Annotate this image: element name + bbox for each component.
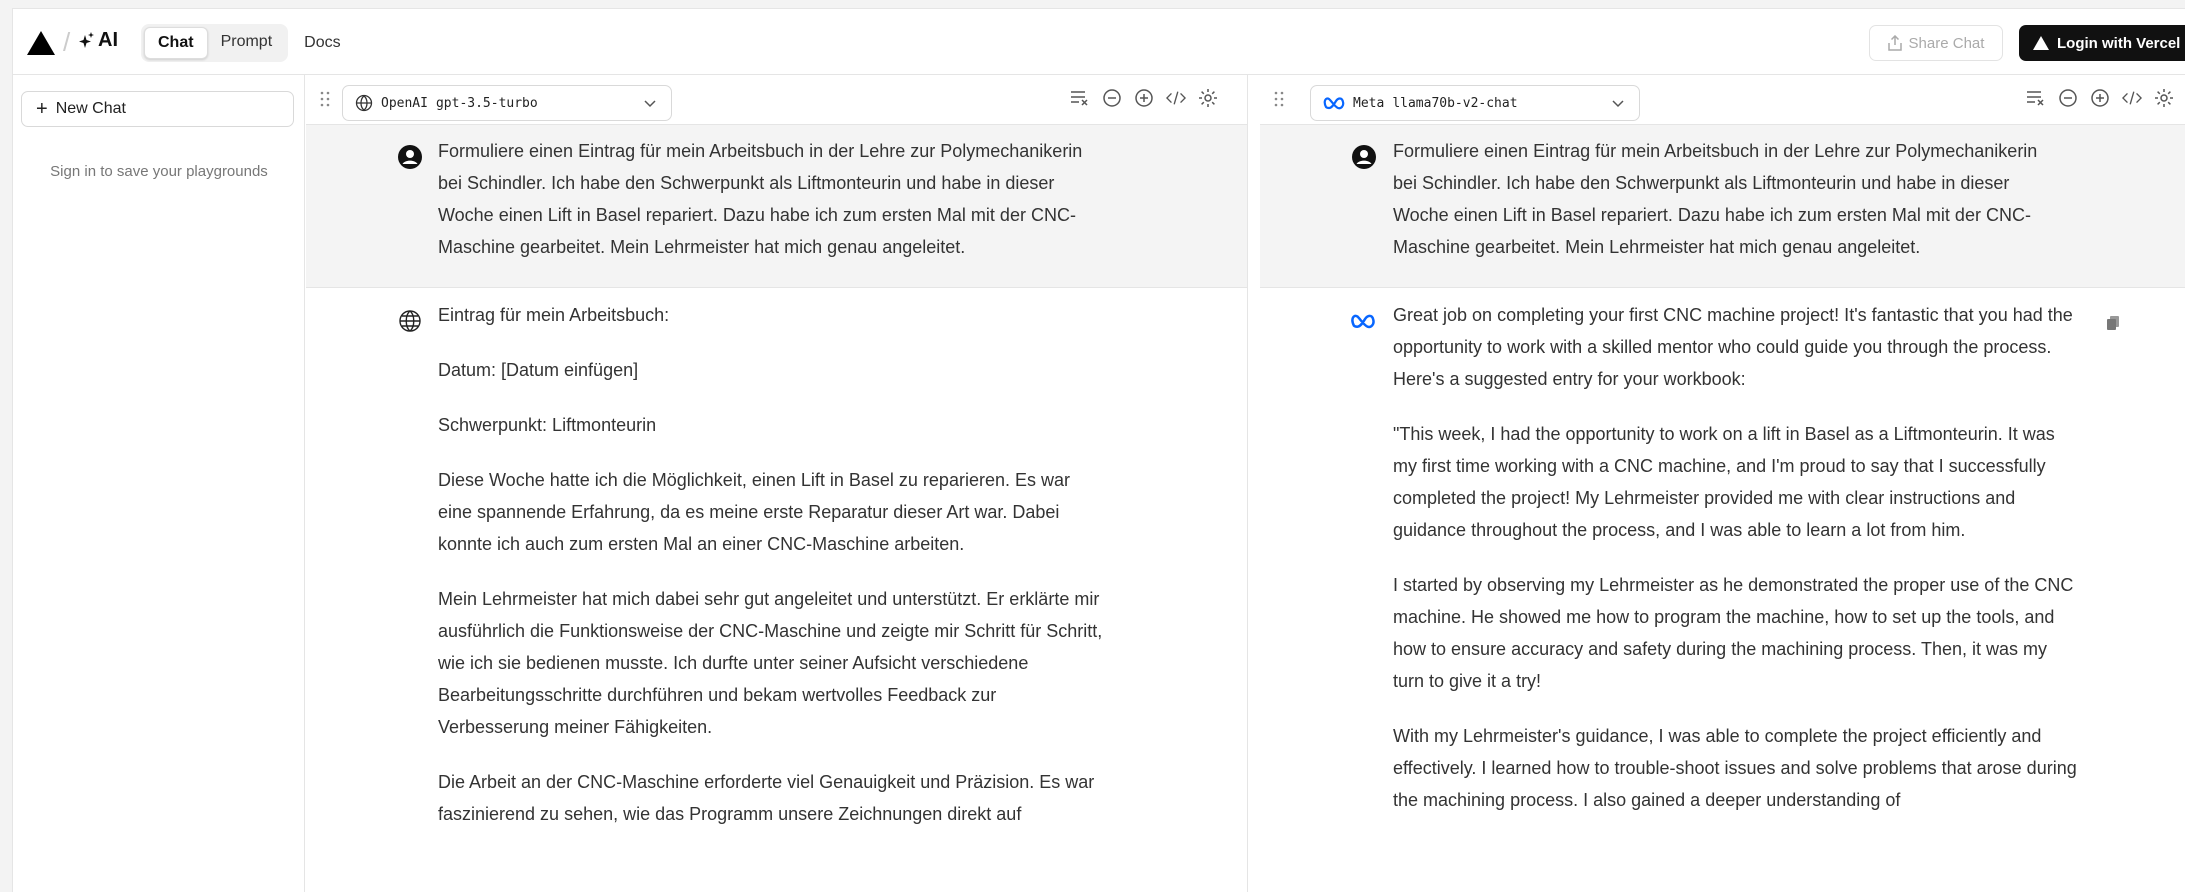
tab-chat[interactable]: Chat [144, 27, 208, 59]
model-provider: Meta [1353, 95, 1385, 111]
chat-panel-openai: OpenAI gpt-3.5-turbo Formuliere einen Ei… [306, 75, 1248, 892]
assistant-paragraph: I started by observing my Lehrmeister as… [1393, 575, 2074, 691]
login-vercel-button[interactable]: Login with Vercel [2019, 25, 2185, 61]
settings-gear-icon[interactable] [2154, 88, 2174, 108]
user-avatar-icon [1352, 145, 1376, 169]
vercel-logo-icon[interactable] [27, 31, 55, 55]
user-message-text: Formuliere einen Eintrag für mein Arbeit… [438, 141, 1083, 257]
zoom-in-icon[interactable] [1134, 88, 1154, 108]
tab-prompt[interactable]: Prompt [208, 27, 286, 59]
meta-avatar-icon [1351, 314, 1375, 329]
assistant-paragraph: Eintrag für mein Arbeitsbuch: [438, 305, 670, 325]
new-chat-button[interactable]: + New Chat [21, 91, 294, 127]
main-nav: Chat Prompt Docs [141, 24, 341, 62]
share-icon [1887, 35, 1902, 51]
share-chat-button[interactable]: Share Chat [1869, 25, 2003, 61]
share-chat-label: Share Chat [1908, 34, 1985, 52]
plus-icon: + [36, 97, 48, 120]
panel-tools [1070, 88, 1218, 108]
assistant-paragraph: Great job on completing your first CNC m… [1393, 305, 2073, 389]
brand-label: AI [98, 29, 118, 51]
assistant-paragraph: Mein Lehrmeister hat mich dabei sehr gut… [438, 589, 1103, 737]
vercel-triangle-icon [2033, 36, 2049, 50]
user-message-text: Formuliere einen Eintrag für mein Arbeit… [1393, 141, 2038, 257]
assistant-message-text: Eintrag für mein Arbeitsbuch: Datum: [Da… [438, 299, 1108, 853]
clear-chat-icon[interactable] [1070, 88, 1090, 108]
model-name: gpt-3.5-turbo [435, 95, 538, 111]
sign-in-hint: Sign in to save your playgrounds [50, 163, 268, 180]
zoom-in-icon[interactable] [2090, 88, 2110, 108]
assistant-message-text: Great job on completing your first CNC m… [1393, 299, 2083, 839]
panel-toolbar: Meta llama70b-v2-chat [1260, 75, 2185, 125]
assistant-paragraph: With my Lehrmeister's guidance, I was ab… [1393, 726, 2077, 810]
copy-icon[interactable] [2106, 315, 2120, 331]
assistant-paragraph: "This week, I had the opportunity to wor… [1393, 424, 2055, 540]
user-avatar-icon [398, 145, 422, 169]
drag-handle-icon[interactable] [1274, 91, 1284, 107]
user-message: Formuliere einen Eintrag für mein Arbeit… [306, 125, 1247, 288]
panel-tools [2026, 88, 2174, 108]
openai-logo-icon [355, 94, 373, 112]
zoom-out-icon[interactable] [2058, 88, 2078, 108]
assistant-paragraph: Die Arbeit an der CNC-Maschine erfordert… [438, 772, 1095, 824]
model-select[interactable]: Meta llama70b-v2-chat [1310, 85, 1640, 121]
assistant-paragraph: Schwerpunkt: Liftmonteurin [438, 415, 657, 435]
model-name: llama70b-v2-chat [1392, 95, 1518, 111]
mode-switcher: Chat Prompt [141, 24, 289, 62]
panel-toolbar: OpenAI gpt-3.5-turbo [306, 75, 1247, 125]
code-icon[interactable] [2122, 88, 2142, 108]
docs-link[interactable]: Docs [304, 34, 340, 52]
sidebar: + New Chat Sign in to save your playgrou… [13, 75, 305, 892]
login-label: Login with Vercel [2057, 34, 2181, 52]
model-provider: OpenAI [381, 95, 428, 111]
clear-chat-icon[interactable] [2026, 88, 2046, 108]
chevron-down-icon [1612, 100, 1624, 108]
sparkle-icon [79, 31, 94, 48]
code-icon[interactable] [1166, 88, 1186, 108]
settings-gear-icon[interactable] [1198, 88, 1218, 108]
drag-handle-icon[interactable] [320, 91, 330, 107]
chevron-down-icon [644, 100, 656, 108]
user-message: Formuliere einen Eintrag für mein Arbeit… [1260, 125, 2185, 288]
zoom-out-icon[interactable] [1102, 88, 1122, 108]
assistant-paragraph: Diese Woche hatte ich die Möglichkeit, e… [438, 470, 1070, 554]
chat-panel-meta: Meta llama70b-v2-chat Formuliere einen E… [1260, 75, 2185, 892]
assistant-paragraph: Datum: [Datum einfügen] [438, 360, 639, 380]
top-header: / AI Chat Prompt Docs Share Chat Login w… [13, 9, 2185, 75]
openai-avatar-icon [399, 310, 421, 332]
meta-logo-icon [1323, 96, 1345, 110]
new-chat-label: New Chat [55, 100, 126, 117]
app-window: / AI Chat Prompt Docs Share Chat Login w… [12, 8, 2185, 892]
model-select[interactable]: OpenAI gpt-3.5-turbo [342, 85, 672, 121]
breadcrumb-separator: / [63, 27, 71, 57]
ai-logo[interactable]: AI [79, 29, 118, 52]
